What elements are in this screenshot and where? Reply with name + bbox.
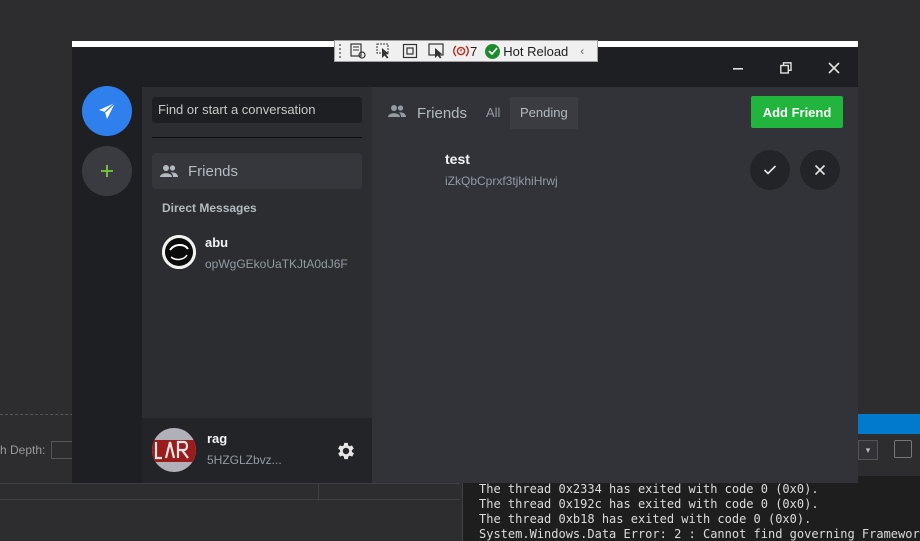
app-window: Find or start a conversation Friends Dir… [72,41,858,483]
tab-pending[interactable]: Pending [510,97,578,129]
friends-main-panel: Friends All Pending Add Friend test iZkQ… [372,87,858,483]
close-icon [814,164,826,176]
ide-depth-row: h Depth: [0,438,74,462]
track-focus-icon[interactable] [427,43,445,59]
ide-panel-header [858,414,920,434]
send-icon [99,102,116,119]
output-line: The thread 0xb18 has exited with code 0 … [479,512,812,526]
dm-list-item[interactable]: abu opWgGEkoUaTKJtA0dJ6F [162,233,362,277]
user-id: 5HZGLZbvz... [207,453,282,467]
avatar [162,235,196,269]
output-line: System.Windows.Data Error: 2 : Cannot fi… [479,527,920,541]
sidebar-divider [152,137,362,138]
user-name: rag [207,431,228,446]
friends-icon [160,165,178,177]
gear-icon [338,442,354,460]
check-icon [763,165,777,175]
friends-header: Friends All Pending Add Friend [372,87,858,139]
sidebar-item-friends[interactable]: Friends [152,153,362,189]
collapse-toolbar-icon[interactable]: ‹ [580,44,584,58]
add-server-button[interactable] [82,146,132,196]
ide-tool-icon[interactable] [894,440,912,458]
close-icon [828,62,840,74]
dm-name: abu [205,235,229,250]
output-line: The thread 0x192c has exited with code 0… [479,497,819,511]
home-button[interactable] [82,86,132,136]
page-title: Friends [417,105,468,122]
minimize-icon [733,68,743,70]
user-avatar[interactable] [152,428,196,472]
decline-request-button[interactable] [800,150,840,190]
request-name: test [445,151,470,167]
search-input[interactable]: Find or start a conversation [152,97,362,123]
select-element-icon[interactable] [349,43,367,59]
ide-output-toolbar: ▾ [858,436,920,464]
pointer-icon[interactable] [375,43,393,59]
dm-id: opWgGEkoUaTKJtA0dJ6F [205,257,348,271]
binding-failures-indicator[interactable]: 7 [453,44,477,59]
ide-output-window: The thread 0x2334 has exited with code 0… [462,476,920,541]
hot-reload-check-icon [485,43,501,59]
request-id: iZkQbCprxf3tjkhiHrwj [445,174,558,188]
output-line: The thread 0x2334 has exited with code 0… [479,482,819,496]
direct-messages-header: Direct Messages [162,201,257,215]
plus-icon [101,165,113,177]
adorner-icon[interactable] [401,43,419,59]
add-friend-button[interactable]: Add Friend [751,96,843,128]
binding-failures-count: 7 [470,43,478,59]
user-panel: rag 5HZGLZbvz... [142,418,372,483]
toolbar-grip[interactable] [339,44,343,58]
close-window-button[interactable] [812,53,856,83]
ide-depth-label: h Depth: [0,443,46,457]
restore-button[interactable] [764,53,808,83]
ide-dropdown-chevron-icon[interactable]: ▾ [858,440,878,460]
friends-icon [388,105,406,117]
ide-left-strip [0,483,460,501]
sidebar: Find or start a conversation Friends Dir… [142,87,372,483]
binding-failure-icon [453,45,469,57]
minimize-button[interactable] [716,53,760,83]
ide-depth-input[interactable] [51,441,74,459]
tab-all[interactable]: All [480,97,506,129]
accept-request-button[interactable] [750,150,790,190]
restore-icon [780,62,792,74]
hot-reload-toolbar: 7 Hot Reload ‹ [334,40,598,62]
settings-button[interactable] [335,440,357,462]
sidebar-item-label: Friends [188,162,239,180]
hot-reload-label[interactable]: Hot Reload [503,44,568,59]
